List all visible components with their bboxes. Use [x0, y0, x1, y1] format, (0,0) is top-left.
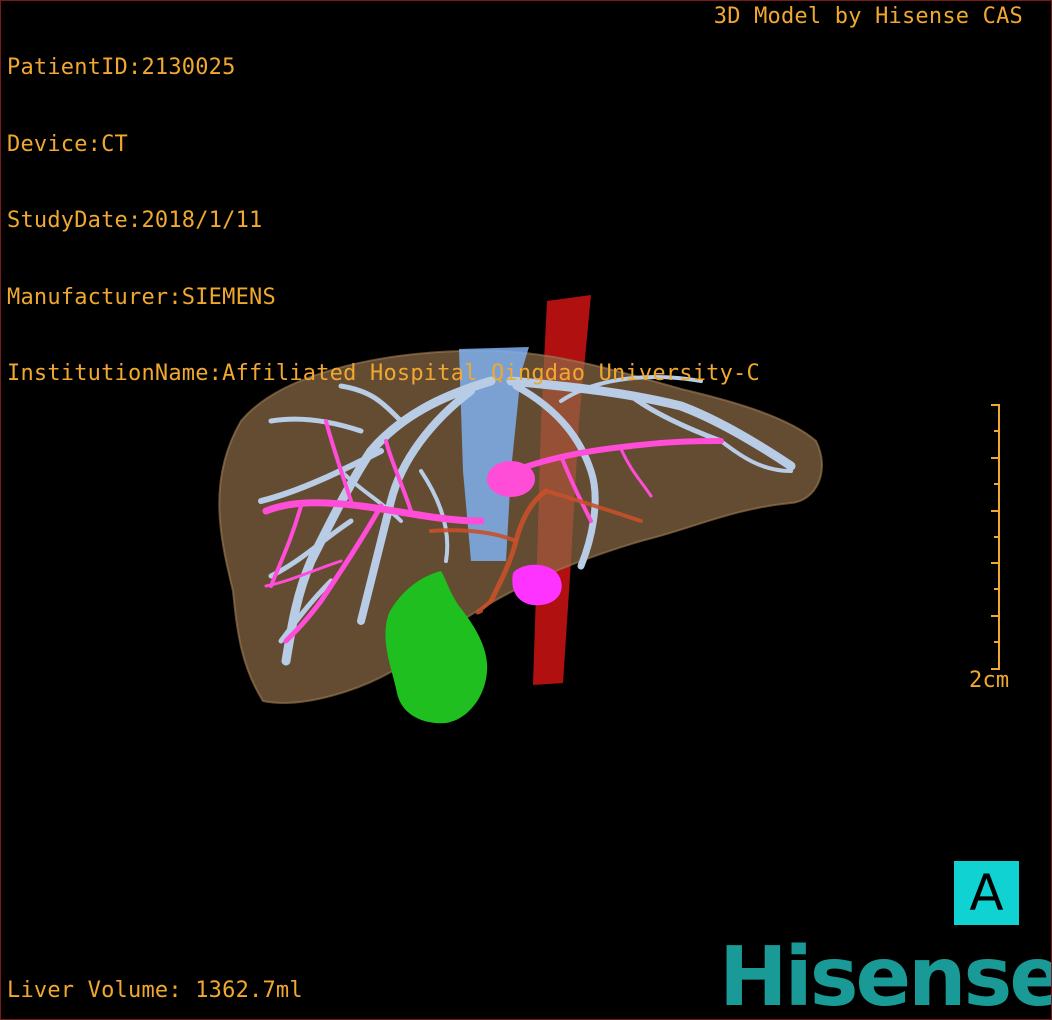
orientation-marker[interactable]: A — [954, 861, 1019, 925]
institution-name: InstitutionName:Affiliated Hospital Qing… — [7, 361, 760, 386]
hisense-logo: Hisense — [719, 930, 1052, 1020]
scale-label: 2cm — [969, 668, 1010, 693]
manufacturer: Manufacturer:SIEMENS — [7, 284, 276, 310]
model-credit: 3D Model by Hisense CAS — [713, 4, 1023, 29]
device: Device:CT — [7, 131, 129, 157]
liver-volume: Liver Volume: 1362.7ml — [7, 978, 303, 1003]
study-date: StudyDate:2018/1/11 — [7, 208, 263, 233]
patient-id: PatientID:2130025 — [7, 55, 236, 80]
study-info: PatientID:2130025 Device:CT StudyDate:20… — [7, 4, 760, 438]
3d-viewport[interactable]: PatientID:2130025 Device:CT StudyDate:20… — [0, 0, 1052, 1020]
